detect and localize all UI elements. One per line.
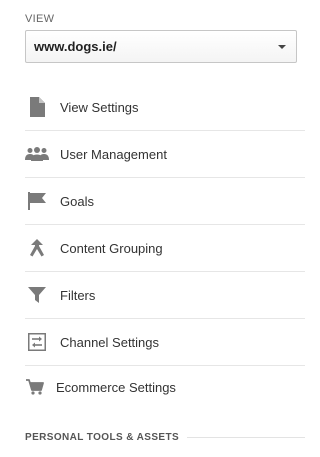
menu-item-label: Filters [60, 287, 96, 303]
flag-icon [25, 189, 49, 213]
caret-down-icon [278, 45, 286, 49]
menu-item-content-grouping[interactable]: Content Grouping [25, 225, 305, 272]
view-section-label: VIEW [25, 13, 55, 25]
menu-item-label: Channel Settings [60, 334, 160, 350]
menu-item-label: Goals [60, 193, 94, 209]
menu-item-label: View Settings [60, 99, 139, 115]
menu-item-channel-settings[interactable]: Channel Settings [25, 319, 305, 366]
personal-tools-section-header: PERSONAL TOOLS & ASSETS [25, 432, 305, 443]
users-icon [25, 142, 49, 166]
menu-item-goals[interactable]: Goals [25, 178, 305, 225]
menu-item-filters[interactable]: Filters [25, 272, 305, 319]
cart-icon [25, 375, 45, 399]
section-title: PERSONAL TOOLS & ASSETS [25, 432, 180, 443]
merge-arrow-icon [25, 236, 49, 260]
menu-item-ecommerce-settings[interactable]: Ecommerce Settings [25, 366, 305, 408]
funnel-icon [25, 283, 49, 307]
menu-item-label: Content Grouping [60, 240, 163, 256]
menu-item-label: Ecommerce Settings [56, 379, 176, 395]
section-divider [187, 437, 305, 438]
menu-item-user-management[interactable]: User Management [25, 131, 305, 178]
view-admin-menu: View Settings User Management Goals Cont… [25, 84, 305, 408]
menu-item-view-settings[interactable]: View Settings [25, 84, 305, 131]
channel-arrows-icon [25, 330, 49, 354]
view-selector-value: www.dogs.ie/ [34, 39, 117, 54]
document-icon [25, 95, 49, 119]
menu-item-label: User Management [60, 146, 167, 162]
view-selector-dropdown[interactable]: www.dogs.ie/ [25, 30, 297, 63]
